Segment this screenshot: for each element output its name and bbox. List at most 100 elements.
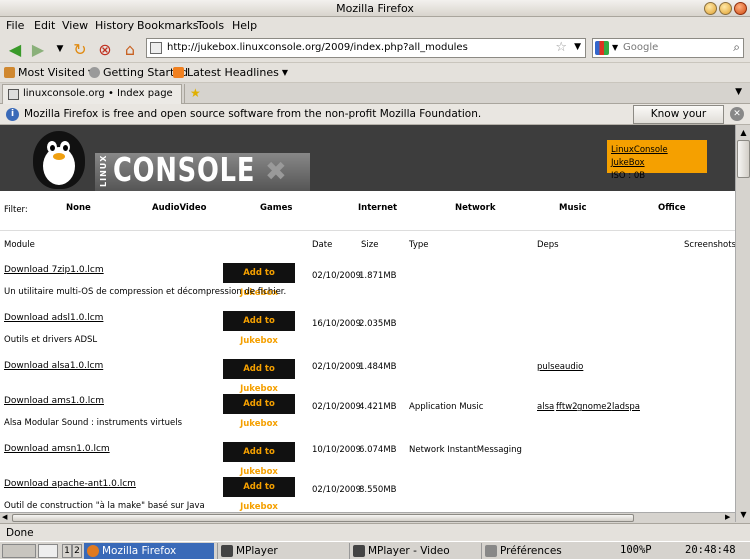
url-dropdown-icon[interactable]: ▼ (574, 42, 581, 52)
menu-edit[interactable]: Edit (34, 19, 55, 32)
module-size: 8.550MB (359, 485, 397, 495)
add-to-jukebox-button[interactable]: Add to Jukebox (223, 263, 295, 298)
horizontal-scroll-thumb[interactable] (12, 514, 634, 522)
dependency-link[interactable]: pulseaudio (537, 362, 583, 372)
show-desktop-button[interactable] (2, 544, 36, 558)
search-box[interactable]: ▼ Google ⌕ (592, 38, 744, 58)
module-row: Download 7zip1.0.lcm Add to Jukebox 02/1… (0, 263, 735, 299)
add-to-jukebox-button[interactable]: Add to Jukebox (223, 311, 295, 346)
know-your-rights-button[interactable]: Know your rights... (633, 105, 724, 137)
module-download-link[interactable]: Download alsa1.0.lcm (4, 361, 103, 371)
module-download-link[interactable]: Download ams1.0.lcm (4, 396, 104, 406)
module-type: Network InstantMessaging (409, 445, 522, 455)
home-icon[interactable]: ⌂ (120, 39, 140, 59)
scroll-thumb[interactable] (737, 140, 750, 178)
add-to-jukebox-button[interactable]: Add to Jukebox (223, 477, 295, 512)
add-to-jukebox-button[interactable]: Add to Jukebox (223, 394, 295, 429)
dependency-link[interactable]: ladspa (612, 402, 640, 412)
scroll-up-icon[interactable]: ▲ (737, 126, 750, 139)
vertical-scrollbar[interactable]: ▲ ▼ (735, 125, 750, 522)
column-size: Size (361, 240, 379, 250)
page-icon (89, 67, 100, 78)
forward-icon[interactable]: ▶ (28, 39, 48, 59)
module-size: 1.484MB (359, 362, 397, 372)
window-title: Mozilla Firefox (336, 2, 414, 15)
bookmarks-toolbar: Most Visited ▼ Getting Started Latest He… (0, 63, 750, 83)
module-download-link[interactable]: Download adsl1.0.lcm (4, 313, 103, 323)
filter-label: Filter: (4, 205, 28, 215)
scroll-down-icon[interactable]: ▼ (737, 508, 750, 521)
menu-file[interactable]: File (6, 19, 24, 32)
preferences-icon (485, 545, 497, 557)
filter-games[interactable]: Games (260, 203, 292, 213)
tab-list-dropdown-icon[interactable]: ▼ (735, 87, 742, 97)
desktop-2[interactable]: 2 (72, 544, 82, 558)
task-preferences[interactable]: Préférences (481, 543, 611, 559)
bookmark-star-icon[interactable]: ☆ (555, 40, 567, 55)
module-description: Alsa Modular Sound : instruments virtuel… (4, 418, 183, 428)
google-engine-icon[interactable] (595, 41, 609, 55)
filter-office[interactable]: Office (658, 203, 686, 213)
logo-console-text: CONSOLE (113, 150, 256, 189)
task-mplayer[interactable]: MPlayer (217, 543, 347, 559)
add-to-jukebox-button[interactable]: Add to Jukebox (223, 359, 295, 394)
module-download-link[interactable]: Download amsn1.0.lcm (4, 444, 110, 454)
search-icon[interactable]: ⌕ (733, 40, 740, 55)
task-firefox[interactable]: Mozilla Firefox (84, 543, 214, 559)
close-notification-icon[interactable]: ✕ (730, 107, 744, 121)
site-logo[interactable]: LINUX CONSOLE ✖ (15, 125, 310, 191)
desktop-1[interactable]: 1 (62, 544, 72, 558)
tab-label: linuxconsole.org • Index page (23, 88, 173, 99)
module-download-link[interactable]: Download 7zip1.0.lcm (4, 265, 104, 275)
task-mplayer-video[interactable]: MPlayer - Video (349, 543, 479, 559)
penguin-mascot-icon (33, 131, 85, 189)
reload-icon[interactable]: ↻ (70, 39, 90, 59)
notification-message: Mozilla Firefox is free and open source … (24, 108, 482, 120)
filter-audiovideo[interactable]: AudioVideo (152, 203, 207, 213)
menu-bookmarks[interactable]: Bookmarks (137, 19, 198, 32)
bookmark-label: Latest Headlines (187, 66, 279, 79)
module-row: Download alsa1.0.lcm Add to Jukebox 02/1… (0, 359, 735, 394)
filter-music[interactable]: Music (559, 203, 587, 213)
filter-internet[interactable]: Internet (358, 203, 397, 213)
url-bar[interactable]: http://jukebox.linuxconsole.org/2009/ind… (146, 38, 586, 58)
module-description: Outils et drivers ADSL (4, 335, 98, 345)
menu-tools[interactable]: Tools (197, 19, 224, 32)
task-label: MPlayer - Video (368, 545, 450, 557)
column-type: Type (409, 240, 429, 250)
minimize-button[interactable] (704, 2, 717, 15)
stop-icon[interactable]: ⊗ (95, 39, 115, 59)
dependency-link[interactable]: alsa (537, 402, 554, 412)
filter-none[interactable]: None (66, 203, 91, 213)
menu-history[interactable]: History (95, 19, 134, 32)
page-favicon-icon (8, 89, 19, 100)
jukebox-link[interactable]: LinuxConsole JukeBox (611, 144, 703, 170)
scroll-right-icon[interactable]: ▶ (725, 513, 730, 521)
iso-size: ISO : 0B (611, 171, 646, 181)
status-text: Done (6, 527, 34, 539)
close-button[interactable] (734, 2, 747, 15)
chevron-down-icon: ▼ (281, 68, 288, 77)
menu-bar: File Edit View History Bookmarks Tools H… (0, 17, 750, 35)
history-dropdown-icon[interactable]: ▼ (50, 39, 70, 59)
bookmark-latest-headlines[interactable]: Latest Headlines ▼ (173, 66, 288, 79)
dependency-link[interactable]: fftw2 (556, 402, 578, 412)
filter-network[interactable]: Network (455, 203, 495, 213)
maximize-button[interactable] (719, 2, 732, 15)
module-date: 10/10/2009 (312, 445, 361, 455)
menu-help[interactable]: Help (232, 19, 257, 32)
new-tab-area[interactable]: ★ (184, 84, 384, 104)
menu-view[interactable]: View (62, 19, 88, 32)
tab-linuxconsole[interactable]: linuxconsole.org • Index page (2, 84, 182, 104)
engine-dropdown-icon[interactable]: ▼ (612, 43, 618, 52)
pager-area[interactable] (38, 544, 58, 558)
logo-mark: ✖ (265, 157, 287, 187)
module-download-link[interactable]: Download apache-ant1.0.lcm (4, 479, 136, 489)
column-screenshots: Screenshots (684, 240, 735, 250)
dependency-link[interactable]: gnome2 (577, 402, 612, 412)
scroll-left-icon[interactable]: ◀ (2, 513, 7, 521)
back-icon[interactable]: ◀ (5, 39, 25, 59)
horizontal-scrollbar[interactable]: ◀ ▶ (0, 512, 735, 523)
bookmark-most-visited[interactable]: Most Visited ▼ (4, 66, 94, 79)
add-to-jukebox-button[interactable]: Add to Jukebox (223, 442, 295, 477)
